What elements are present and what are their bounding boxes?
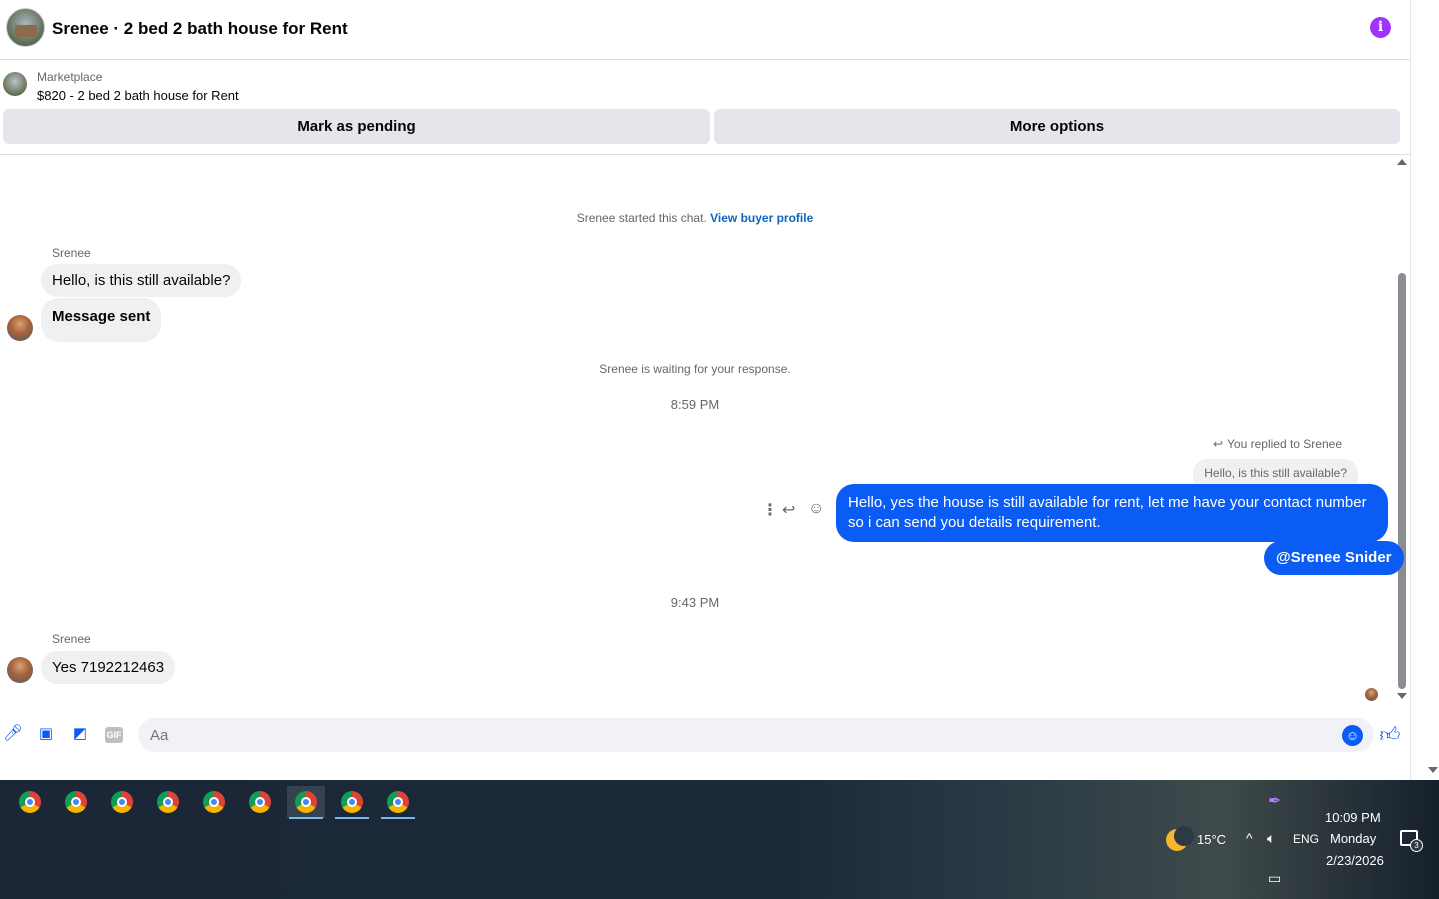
chrome-taskbar-app[interactable] bbox=[103, 786, 141, 818]
microphone-icon[interactable]: 🎤︎ bbox=[2, 723, 24, 745]
weather-moon-icon[interactable] bbox=[1166, 826, 1194, 851]
sender-avatar[interactable] bbox=[7, 657, 33, 683]
chrome-icon bbox=[111, 791, 133, 813]
chat-header: Srenee · 2 bed 2 bath house for Rent i bbox=[0, 0, 1411, 60]
chrome-taskbar-app[interactable] bbox=[333, 786, 371, 819]
react-icon[interactable]: ☺ bbox=[808, 500, 824, 518]
scroll-down-arrow-icon[interactable] bbox=[1397, 693, 1407, 699]
weather-temperature[interactable]: 15°C bbox=[1197, 832, 1226, 847]
reply-arrow-icon: ↩ bbox=[1212, 437, 1224, 451]
chrome-taskbar-app[interactable] bbox=[149, 786, 187, 818]
screen: Srenee · 2 bed 2 bath house for Rent i M… bbox=[0, 0, 1439, 899]
notification-count-badge: 3 bbox=[1410, 839, 1423, 852]
info-icon[interactable]: i bbox=[1370, 17, 1391, 38]
listing-avatar[interactable] bbox=[6, 8, 45, 47]
chat-panel: Srenee · 2 bed 2 bath house for Rent i M… bbox=[0, 0, 1411, 780]
reply-note-text: You replied to Srenee bbox=[1227, 437, 1342, 451]
chrome-taskbar-app[interactable] bbox=[195, 786, 233, 818]
waiting-notice: Srenee is waiting for your response. bbox=[599, 362, 791, 376]
incoming-message[interactable]: Message sent bbox=[41, 298, 162, 342]
speaker-icon[interactable]: 🔈︎ bbox=[1267, 830, 1275, 847]
scroll-up-arrow-icon[interactable] bbox=[1397, 159, 1407, 165]
clock-date[interactable]: 2/23/2026 bbox=[1326, 853, 1384, 868]
chrome-taskbar-app-active[interactable] bbox=[287, 786, 325, 819]
mark-as-pending-button[interactable]: Mark as pending bbox=[3, 109, 710, 144]
more-actions-icon[interactable]: ⋮ bbox=[762, 500, 778, 520]
chrome-icon bbox=[295, 791, 317, 813]
chrome-taskbar-app[interactable] bbox=[379, 786, 417, 819]
chrome-taskbar-app[interactable] bbox=[241, 786, 279, 818]
sender-name: Srenee bbox=[52, 246, 91, 260]
chat-started-notice: Srenee started this chat. View buyer pro… bbox=[0, 211, 1390, 225]
listing-thumbnail[interactable] bbox=[3, 72, 27, 96]
pen-tray-icon[interactable]: ✒ bbox=[1268, 791, 1281, 811]
sender-name: Srenee bbox=[52, 632, 91, 646]
outgoing-mention-message[interactable]: @Srenee Snider bbox=[1264, 541, 1404, 575]
message-composer: 🎤︎ ▣ ◩ GIF ☺ 👍︎ bbox=[0, 712, 1411, 758]
reply-icon[interactable]: ↩ bbox=[782, 500, 795, 520]
chrome-icon bbox=[157, 791, 179, 813]
incoming-message[interactable]: Hello, is this still available? bbox=[41, 264, 242, 297]
chevron-up-icon[interactable]: ^ bbox=[1246, 830, 1253, 846]
chat-title[interactable]: Srenee · 2 bed 2 bath house for Rent bbox=[52, 19, 348, 39]
listing-kicker: Marketplace bbox=[37, 70, 103, 84]
emoji-icon[interactable]: ☺ bbox=[1342, 725, 1363, 746]
network-icon[interactable]: ▭ bbox=[1268, 870, 1281, 887]
message-input[interactable] bbox=[138, 718, 1374, 752]
clock-time[interactable]: 10:09 PM bbox=[1325, 810, 1381, 825]
chrome-taskbar-app[interactable] bbox=[57, 786, 95, 818]
language-indicator[interactable]: ENG bbox=[1293, 832, 1319, 846]
listing-name[interactable]: $820 - 2 bed 2 bath house for Rent bbox=[37, 88, 239, 103]
gif-icon[interactable]: GIF bbox=[105, 727, 123, 743]
outgoing-message[interactable]: Hello, yes the house is still available … bbox=[836, 484, 1388, 542]
listing-bar: Marketplace $820 - 2 bed 2 bath house fo… bbox=[0, 60, 1411, 155]
photo-icon[interactable]: ▣ bbox=[35, 723, 57, 745]
message-actions: ⋮ ↩ ☺ bbox=[756, 500, 828, 522]
timestamp: 8:59 PM bbox=[670, 397, 720, 412]
clock-day[interactable]: Monday bbox=[1330, 831, 1376, 846]
timestamp: 9:43 PM bbox=[670, 595, 720, 610]
chat-started-text: Srenee started this chat. bbox=[576, 211, 707, 225]
taskbar: ✒ 15°C ^ 🔈︎ ENG 10:09 PM Monday 2/23/202… bbox=[0, 780, 1439, 899]
chrome-icon bbox=[387, 791, 409, 813]
page-scroll-down-arrow-icon[interactable] bbox=[1428, 767, 1438, 773]
reply-note: ↩ You replied to Srenee bbox=[1213, 437, 1342, 451]
view-buyer-profile-link[interactable]: View buyer profile bbox=[710, 211, 813, 225]
like-icon[interactable]: 👍︎ bbox=[1378, 723, 1402, 747]
more-options-button[interactable]: More options bbox=[714, 109, 1400, 144]
chrome-taskbar-app[interactable] bbox=[11, 786, 49, 818]
incoming-message[interactable]: Yes 7192212463 bbox=[41, 651, 176, 684]
chrome-icon bbox=[341, 791, 363, 813]
sticker-icon[interactable]: ◩ bbox=[69, 723, 91, 745]
message-scrollbar[interactable] bbox=[1398, 273, 1406, 689]
sender-avatar[interactable] bbox=[7, 315, 33, 341]
seen-receipt-avatar bbox=[1365, 688, 1378, 701]
chrome-icon bbox=[249, 791, 271, 813]
chrome-icon bbox=[203, 791, 225, 813]
chrome-icon bbox=[19, 791, 41, 813]
chrome-icon bbox=[65, 791, 87, 813]
